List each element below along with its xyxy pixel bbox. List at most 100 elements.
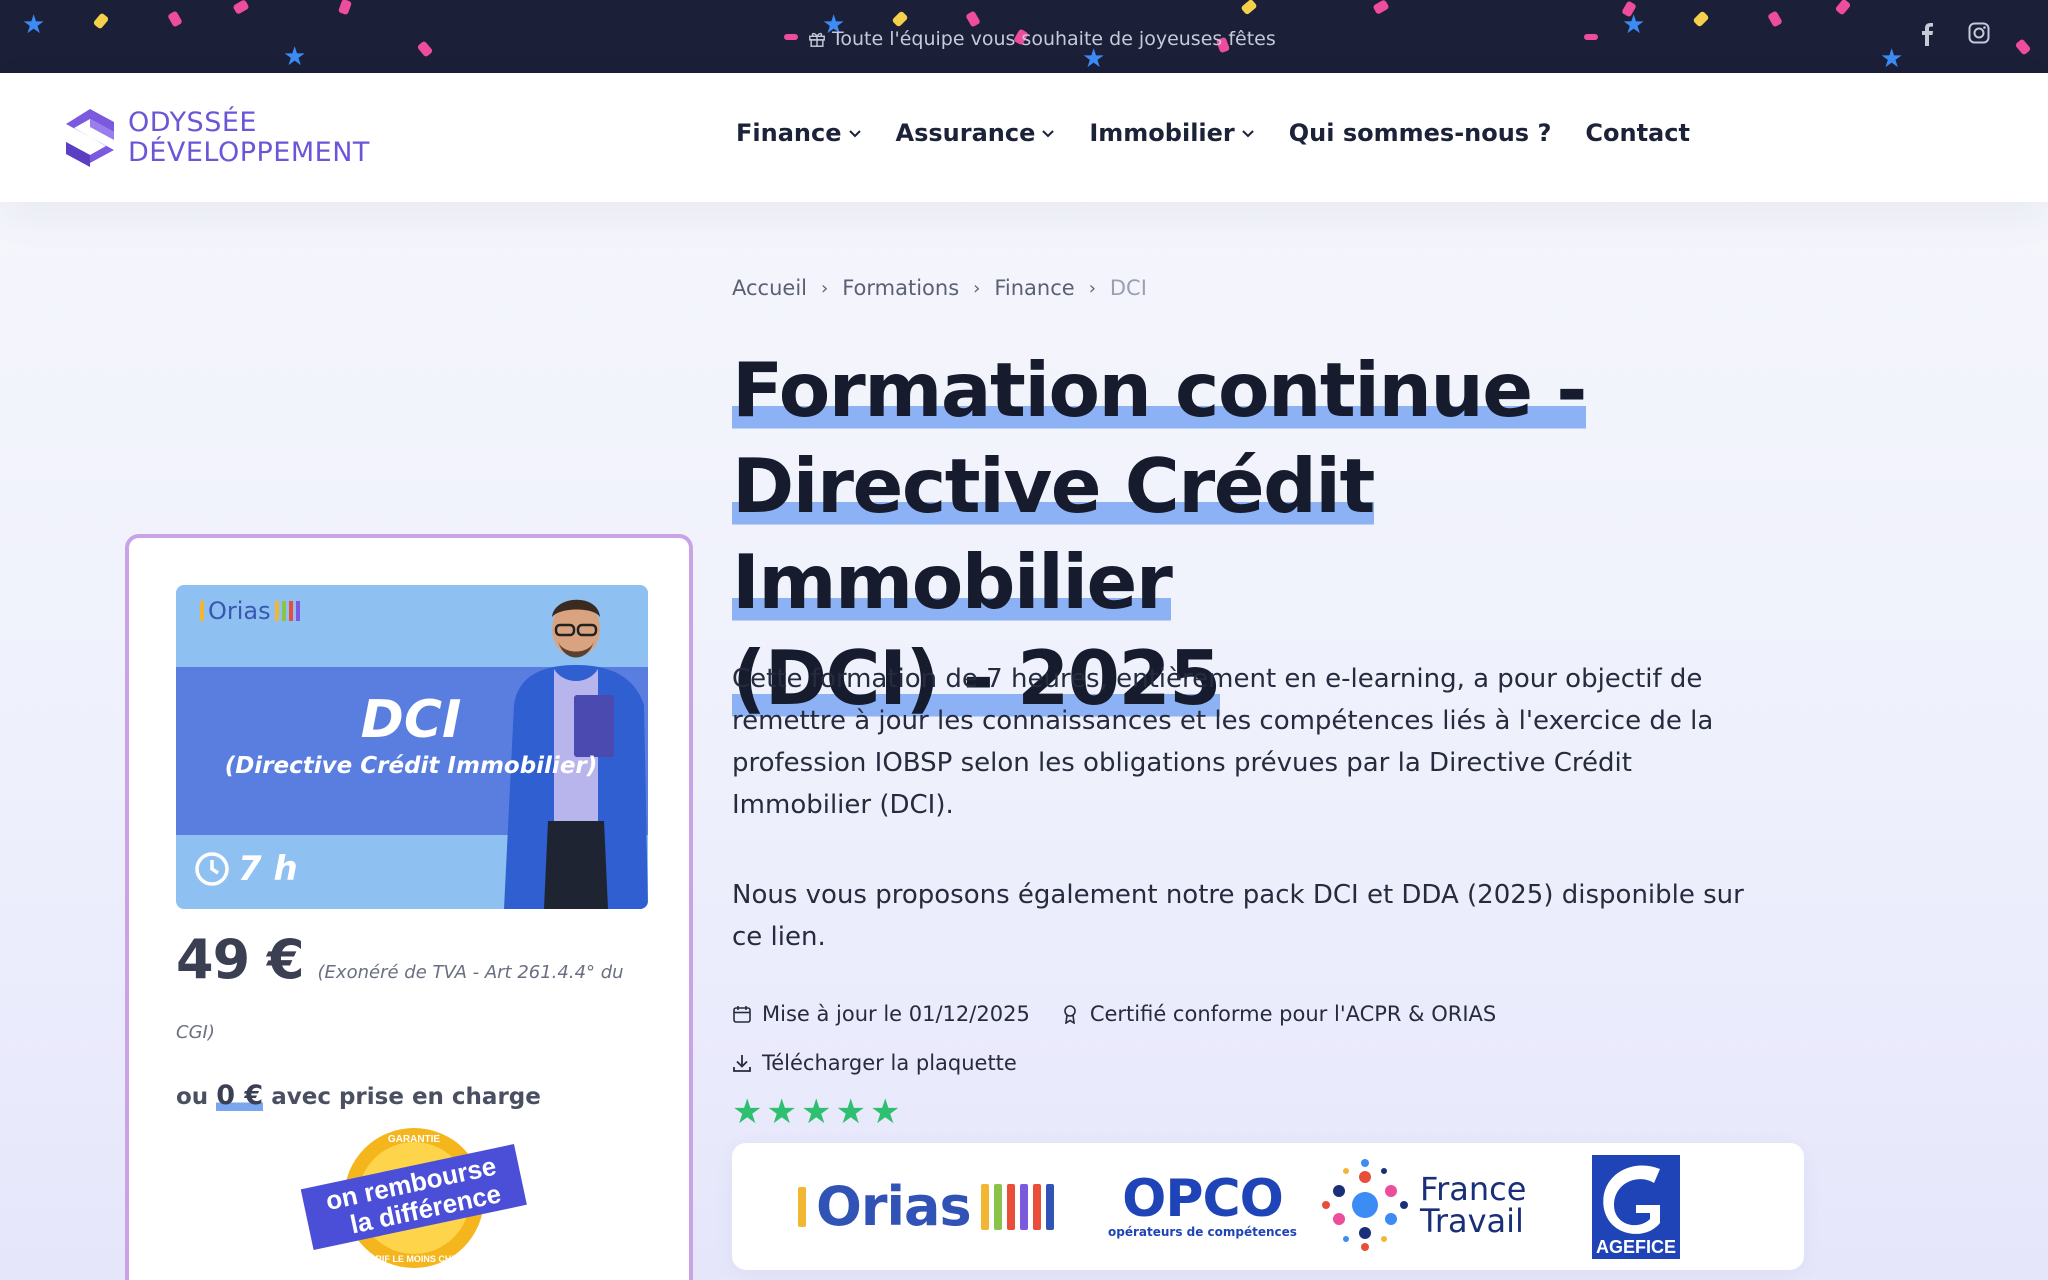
nav-item-label: Finance bbox=[736, 119, 842, 147]
badge-bottom-text: TARIF LE MOINS CHER bbox=[364, 1254, 464, 1264]
france-travail-logo: France Travail bbox=[1322, 1159, 1526, 1251]
thumbnail-orias-logo: Orias bbox=[200, 597, 300, 625]
confetti bbox=[965, 10, 981, 28]
price-note-cont: CGI) bbox=[176, 1022, 215, 1043]
gift-icon bbox=[809, 32, 825, 47]
confetti bbox=[337, 0, 353, 16]
breadcrumb-accueil[interactable]: Accueil bbox=[732, 276, 807, 300]
page-title-line-1: Formation continue - bbox=[732, 346, 1587, 434]
orias-bars-icon bbox=[798, 1186, 806, 1227]
instagram-icon[interactable] bbox=[1968, 22, 1990, 50]
confetti-star: ★ bbox=[22, 10, 46, 40]
price-note: (Exonéré de TVA - Art 261.4.4° du bbox=[317, 962, 624, 983]
page-title-line-2: Directive Crédit Immobilier bbox=[732, 442, 1375, 626]
confetti bbox=[1692, 10, 1710, 28]
partner-logos: Orias OPCO opérateurs de compétences Fra… bbox=[732, 1143, 1804, 1270]
agefice-logo-text: AGEFICE bbox=[1596, 1237, 1676, 1257]
confetti bbox=[1584, 34, 1598, 40]
description-paragraph-1: Cette formation de 7 heures, entièrement… bbox=[732, 664, 1714, 820]
confetti bbox=[1767, 10, 1783, 28]
funded-price-prefix: ou bbox=[176, 1084, 209, 1110]
thumbnail-duration-text: 7 h bbox=[238, 849, 298, 889]
certification: Certifié conforme pour l'ACPR & ORIAS bbox=[1060, 1002, 1496, 1026]
course-meta: Mise à jour le 01/12/2025 Certifié confo… bbox=[732, 1002, 1496, 1026]
nav-item-contact[interactable]: Contact bbox=[1585, 119, 1690, 147]
breadcrumb-formations[interactable]: Formations bbox=[842, 276, 959, 300]
confetti-star: ★ bbox=[1622, 10, 1646, 40]
site-header: ODYSSÉE DÉVELOPPEMENT Finance Assurance … bbox=[0, 73, 2048, 202]
confetti bbox=[1834, 0, 1852, 16]
price-block: 49 € (Exonéré de TVA - Art 261.4.4° du bbox=[176, 928, 624, 991]
opco-logo-subtitle: opérateurs de compétences bbox=[1108, 1225, 1297, 1239]
clock-icon bbox=[195, 852, 229, 886]
france-travail-line-2: Travail bbox=[1420, 1202, 1524, 1240]
opco-logo: OPCO opérateurs de compétences bbox=[1108, 1173, 1297, 1239]
chevron-down-icon bbox=[848, 130, 861, 138]
nav-item-immobilier[interactable]: Immobilier bbox=[1089, 119, 1254, 147]
nav-item-finance[interactable]: Finance bbox=[736, 119, 862, 147]
certification-text: Certifié conforme pour l'ACPR & ORIAS bbox=[1089, 1002, 1497, 1026]
agefice-logo: AGEFICE bbox=[1590, 1153, 1682, 1261]
logo-line-2: DÉVELOPPEMENT bbox=[128, 137, 370, 168]
funded-price-amount: 0 € bbox=[216, 1080, 264, 1111]
orias-logo: Orias bbox=[798, 1175, 1054, 1238]
confetti bbox=[2014, 38, 2032, 56]
confetti bbox=[1240, 0, 1258, 16]
confetti bbox=[784, 34, 798, 40]
nav-item-assurance[interactable]: Assurance bbox=[896, 119, 1056, 147]
orias-logo-text: Orias bbox=[816, 1175, 972, 1238]
update-date-text: Mise à jour le 01/12/2025 bbox=[762, 1002, 1030, 1026]
site-logo[interactable]: ODYSSÉE DÉVELOPPEMENT bbox=[62, 107, 370, 169]
badge-top-text: GARANTIE bbox=[388, 1134, 441, 1145]
facebook-icon[interactable] bbox=[1920, 22, 1934, 52]
nav-item-label: Assurance bbox=[895, 119, 1036, 147]
confetti bbox=[891, 10, 909, 28]
main-nav: Finance Assurance Immobilier Qui sommes-… bbox=[736, 119, 1690, 147]
orias-color-bars-icon bbox=[980, 1183, 1054, 1230]
star-icon: ★ bbox=[766, 1092, 797, 1132]
confetti-star: ★ bbox=[1880, 44, 1904, 73]
star-icon: ★ bbox=[732, 1092, 763, 1132]
product-card: Orias DCI (Directive Crédit Immobilier) … bbox=[125, 534, 693, 1280]
confetti bbox=[232, 0, 250, 15]
chevron-right-icon: › bbox=[1088, 277, 1096, 299]
opco-logo-text: OPCO bbox=[1122, 1169, 1284, 1229]
thumbnail-duration: 7 h bbox=[194, 849, 298, 889]
star-icon: ★ bbox=[835, 1092, 866, 1132]
nav-item-label: Contact bbox=[1585, 119, 1690, 147]
breadcrumb: Accueil › Formations › Finance › DCI bbox=[732, 276, 1147, 300]
thumbnail-orias-text: Orias bbox=[208, 597, 271, 625]
course-thumbnail: Orias DCI (Directive Crédit Immobilier) … bbox=[176, 585, 648, 909]
holiday-message-text: Toute l'équipe vous souhaite de joyeuses… bbox=[832, 28, 1276, 50]
thumbnail-subtitle: (Directive Crédit Immobilier) bbox=[224, 753, 598, 779]
thumbnail-title: DCI bbox=[360, 690, 462, 750]
france-travail-dots-icon bbox=[1322, 1159, 1408, 1251]
course-description: Cette formation de 7 heures, entièrement… bbox=[732, 658, 1772, 958]
rating-stars: ★ ★ ★ ★ ★ bbox=[732, 1094, 900, 1130]
breadcrumb-finance[interactable]: Finance bbox=[994, 276, 1074, 300]
funded-price-suffix: avec prise en charge bbox=[271, 1084, 541, 1110]
breadcrumb-current: DCI bbox=[1109, 276, 1147, 300]
guarantee-badge: on rembourse la différence GARANTIE TARI… bbox=[300, 1128, 527, 1268]
logo-line-1: ODYSSÉE bbox=[128, 107, 257, 138]
confetti bbox=[1372, 0, 1390, 15]
chevron-right-icon: › bbox=[821, 277, 829, 299]
award-icon bbox=[1064, 1005, 1076, 1024]
update-date: Mise à jour le 01/12/2025 bbox=[732, 1002, 1030, 1026]
france-travail-line-1: France bbox=[1420, 1170, 1527, 1208]
download-brochure-link[interactable]: Télécharger la plaquette bbox=[732, 1051, 1017, 1075]
confetti-star: ★ bbox=[283, 42, 307, 72]
star-icon: ★ bbox=[869, 1092, 901, 1132]
confetti bbox=[416, 40, 434, 58]
calendar-icon bbox=[733, 1006, 751, 1023]
star-icon: ★ bbox=[800, 1092, 832, 1132]
funded-price: ou 0 € avec prise en charge bbox=[176, 1080, 541, 1111]
confetti bbox=[92, 12, 110, 30]
nav-item-about[interactable]: Qui sommes-nous ? bbox=[1289, 119, 1552, 147]
chevron-right-icon: › bbox=[973, 277, 981, 299]
download-brochure-label: Télécharger la plaquette bbox=[762, 1051, 1017, 1075]
download-icon bbox=[733, 1055, 751, 1072]
nav-item-label: Immobilier bbox=[1089, 119, 1235, 147]
logo-mark-icon bbox=[66, 109, 114, 167]
promo-banner: ★ ★ ★ ★ ★ ★ Toute l'équipe vous souhaite… bbox=[0, 0, 2048, 73]
